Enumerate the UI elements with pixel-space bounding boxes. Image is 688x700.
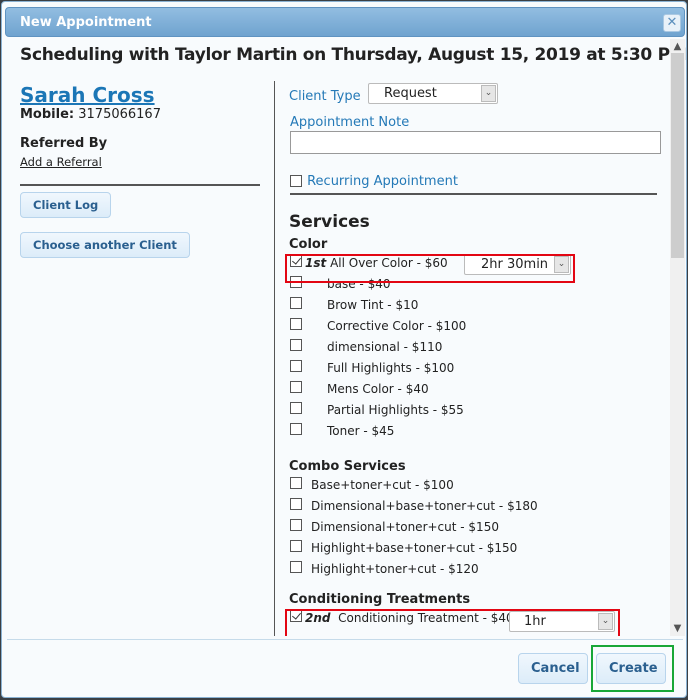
service-item[interactable]: Dimensional+base+toner+cut - $180 [289,497,661,518]
service-checkbox[interactable] [290,318,302,330]
appointment-note-label: Appointment Note [290,115,410,130]
add-referral-link[interactable]: Add a Referral [20,155,102,169]
referred-by-label: Referred By [20,136,108,151]
service-item[interactable]: Dimensional+toner+cut - $150 [289,518,661,539]
scheduling-heading: Scheduling with Taylor Martin on Thursda… [20,45,687,65]
recurring-appointment-row[interactable]: Recurring Appointment [290,170,458,189]
service-item[interactable]: Corrective Color - $100 [289,317,661,338]
client-type-value: Request [384,86,437,101]
divider [290,193,657,195]
mobile-label: Mobile: [20,107,75,122]
service-checkbox[interactable] [290,360,302,372]
service-label: Partial Highlights - $55 [327,403,464,417]
service-checkbox[interactable] [290,540,302,552]
selected-service-highlight [285,254,575,283]
client-type-row: Client Type [289,85,361,104]
service-section-combo: Combo Services Base+toner+cut - $100 Dim… [289,459,661,581]
client-type-select[interactable]: Request ⌄ [368,83,498,104]
service-item[interactable]: Mens Color - $40 [289,380,661,401]
choose-another-client-button[interactable]: Choose another Client [20,232,190,258]
client-type-label: Client Type [289,89,361,104]
cancel-button[interactable]: Cancel [518,653,588,684]
service-item[interactable]: Toner - $45 [289,422,661,443]
service-label: Toner - $45 [327,424,395,438]
section-title: Color [289,237,328,252]
vertical-divider [274,81,275,636]
create-button-highlight [591,645,674,692]
close-icon: ✕ [666,15,678,30]
mobile-number: 3175066167 [78,107,161,122]
service-item[interactable]: Partial Highlights - $55 [289,401,661,422]
service-checkbox[interactable] [290,381,302,393]
service-label: Dimensional+base+toner+cut - $180 [311,499,538,513]
service-item[interactable]: Full Highlights - $100 [289,359,661,380]
service-checkbox[interactable] [290,477,302,489]
client-log-button[interactable]: Client Log [20,192,112,218]
service-item[interactable]: dimensional - $110 [289,338,661,359]
service-checkbox[interactable] [290,498,302,510]
client-mobile: Mobile: 3175066167 [20,107,262,122]
service-checkbox[interactable] [290,519,302,531]
service-item[interactable]: Highlight+toner+cut - $120 [289,560,661,581]
service-item[interactable]: Base+toner+cut - $100 [289,476,661,497]
service-label: Mens Color - $40 [327,382,429,396]
dialog-titlebar[interactable]: New Appointment ✕ [5,7,685,37]
service-item[interactable]: Brow Tint - $10 [289,296,661,317]
chevron-down-icon: ⌄ [481,85,496,102]
services-title: Services [289,212,370,232]
section-title: Combo Services [289,459,406,474]
service-checkbox[interactable] [290,339,302,351]
close-button[interactable]: ✕ [663,14,681,32]
divider [20,184,260,186]
recurring-label[interactable]: Recurring Appointment [307,174,458,189]
section-title: Conditioning Treatments [289,592,471,607]
service-checkbox[interactable] [290,402,302,414]
service-label: Dimensional+toner+cut - $150 [311,520,499,534]
service-item[interactable]: Highlight+base+toner+cut - $150 [289,539,661,560]
service-checkbox[interactable] [290,297,302,309]
service-label: Brow Tint - $10 [327,298,419,312]
service-label: Highlight+toner+cut - $120 [311,562,479,576]
scroll-thumb[interactable] [671,53,684,258]
dialog-content: Scheduling with Taylor Martin on Thursda… [3,39,687,636]
service-label: Base+toner+cut - $100 [311,478,454,492]
scroll-up-icon[interactable]: ▲ [670,41,685,52]
dialog-title: New Appointment [20,15,152,30]
footer-divider [7,639,683,640]
recurring-checkbox[interactable] [290,174,302,187]
service-label: dimensional - $110 [327,340,443,354]
client-panel: Sarah Cross Mobile: 3175066167 Referred … [20,83,262,258]
service-checkbox[interactable] [290,423,302,435]
service-label: Corrective Color - $100 [327,319,467,333]
client-name-link[interactable]: Sarah Cross [20,83,155,107]
service-label: Full Highlights - $100 [327,361,455,375]
appointment-note-input[interactable] [290,131,661,154]
service-label: Highlight+base+toner+cut - $150 [311,541,518,555]
new-appointment-dialog: New Appointment ✕ Scheduling with Taylor… [1,1,687,698]
content-scrollbar[interactable]: ▲ ▼ [670,39,685,636]
service-checkbox[interactable] [290,561,302,573]
scroll-down-icon[interactable]: ▼ [670,623,685,634]
selected-service-highlight [285,609,620,636]
